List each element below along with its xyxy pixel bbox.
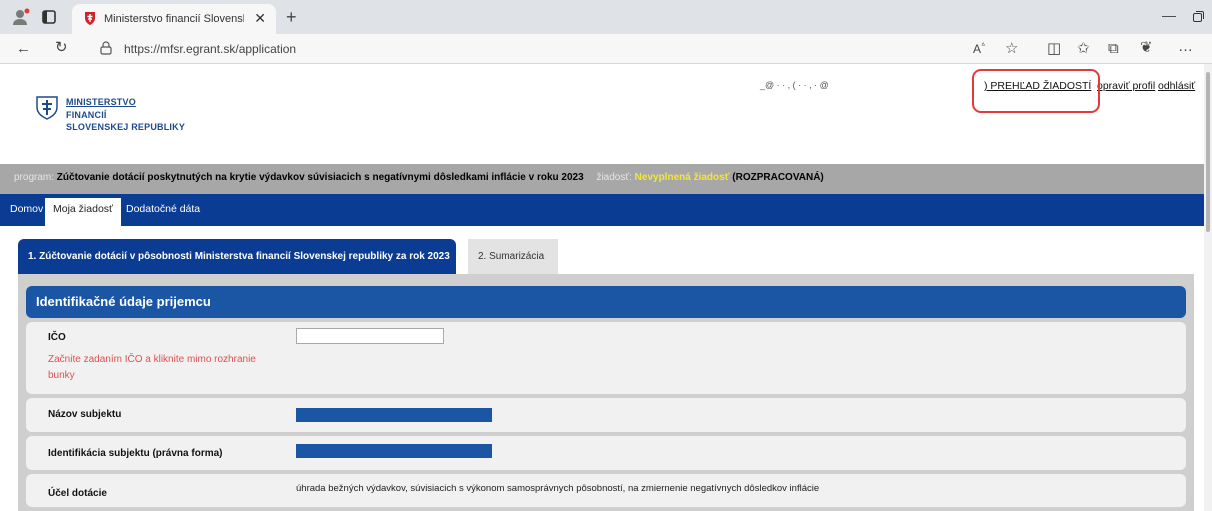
collections-icon[interactable]: ⧉ xyxy=(1108,41,1119,56)
back-icon[interactable]: ← xyxy=(16,41,31,56)
ico-row: IČO Začnite zadaním IČO a kliknite mimo … xyxy=(26,322,1186,394)
request-status: (ROZPRACOVANÁ) xyxy=(732,172,824,183)
panel-title: Identifikačné údaje prijemcu xyxy=(26,286,1186,318)
ico-hint: Začnite zadaním IČO a kliknite mimo rozh… xyxy=(48,354,256,381)
ico-input[interactable] xyxy=(296,328,444,344)
shield-favicon-icon xyxy=(84,11,96,28)
browser-tab-bar: Ministerstvo financií Slovenskej r ✕ + — xyxy=(0,0,1212,34)
edit-profile-link[interactable]: opraviť profil xyxy=(1097,80,1155,92)
program-value: Zúčtovanie dotácií poskytnutých na kryti… xyxy=(56,172,584,183)
more-icon[interactable]: … xyxy=(1178,39,1193,54)
close-icon[interactable]: ✕ xyxy=(254,10,266,27)
subject-name-row: Názov subjektu xyxy=(26,398,1186,432)
program-label: program: xyxy=(14,172,55,183)
ministry-crest-icon xyxy=(36,96,58,123)
form-panel: Identifikačné údaje prijemcu IČO Začnite… xyxy=(18,274,1194,511)
nav-item-additional-data[interactable]: Dodatočné dáta xyxy=(126,203,200,215)
main-nav: Domov Moja žiadosť Dodatočné dáta xyxy=(0,194,1204,226)
refresh-icon[interactable]: ↻ xyxy=(55,40,68,55)
subject-id-label: Identifikácia subjektu (právna forma) xyxy=(48,448,223,459)
profile-icon[interactable] xyxy=(12,8,30,29)
subject-id-value xyxy=(296,444,492,458)
ico-label: IČO xyxy=(48,332,66,343)
tab-list-icon[interactable] xyxy=(42,10,56,27)
address-bar[interactable]: https://mfsr.egrant.sk/application xyxy=(124,42,296,56)
tab-settlement[interactable]: 1. Zúčtovanie dotácií v pôsobnosti Minis… xyxy=(18,239,456,274)
web-page: MINISTERSTVO FINANCIÍ SLOVENSKEJ REPUBLI… xyxy=(0,64,1204,511)
browser-tab[interactable]: Ministerstvo financií Slovenskej r ✕ xyxy=(72,4,276,34)
nav-item-home[interactable]: Domov xyxy=(10,203,43,215)
page-scrollbar-thumb[interactable] xyxy=(1206,72,1210,232)
favorite-icon[interactable]: ☆ xyxy=(1005,41,1018,56)
browser-toolbar: ← ↻ https://mfsr.egrant.sk/application A… xyxy=(0,34,1212,64)
user-email: _@ · · , ( · · , · @ xyxy=(760,80,829,90)
nav-item-my-request[interactable]: Moja žiadosť xyxy=(45,198,121,226)
logo-line-3: SLOVENSKEJ REPUBLIKY xyxy=(66,122,186,132)
logo-line-2: FINANCIÍ xyxy=(66,110,107,120)
request-value: Nevyplnená žiadosť xyxy=(634,172,730,183)
subject-name-label: Názov subjektu xyxy=(48,409,122,420)
split-screen-icon[interactable]: ◫ xyxy=(1047,41,1061,56)
read-aloud-icon[interactable]: Aᐞ xyxy=(973,42,985,56)
subject-id-row: Identifikácia subjektu (právna forma) xyxy=(26,436,1186,470)
purpose-row: Účel dotácie úhrada bežných výdavkov, sú… xyxy=(26,474,1186,507)
extensions-icon[interactable]: ❦ xyxy=(1140,40,1153,55)
logout-link[interactable]: odhlásiť xyxy=(1158,80,1195,92)
lock-icon[interactable] xyxy=(100,41,112,58)
request-label: žiadosť: xyxy=(596,172,632,183)
tab-summary[interactable]: 2. Sumarizácia xyxy=(468,239,558,274)
purpose-label: Účel dotácie xyxy=(48,488,107,499)
subject-name-value xyxy=(296,408,492,422)
program-info-bar: program: Zúčtovanie dotácií poskytnutých… xyxy=(0,164,1204,194)
minimize-icon[interactable]: — xyxy=(1162,8,1176,22)
purpose-value: úhrada bežných výdavkov, súvisiacich s v… xyxy=(296,483,820,494)
favorites-list-icon[interactable]: ✩ xyxy=(1077,41,1090,56)
highlight-annotation xyxy=(972,69,1100,113)
restore-icon[interactable] xyxy=(1193,10,1204,25)
logo-line-1: MINISTERSTVO xyxy=(66,97,136,107)
new-tab-icon[interactable]: + xyxy=(286,8,297,26)
tab-title: Ministerstvo financií Slovenskej r xyxy=(104,13,244,25)
